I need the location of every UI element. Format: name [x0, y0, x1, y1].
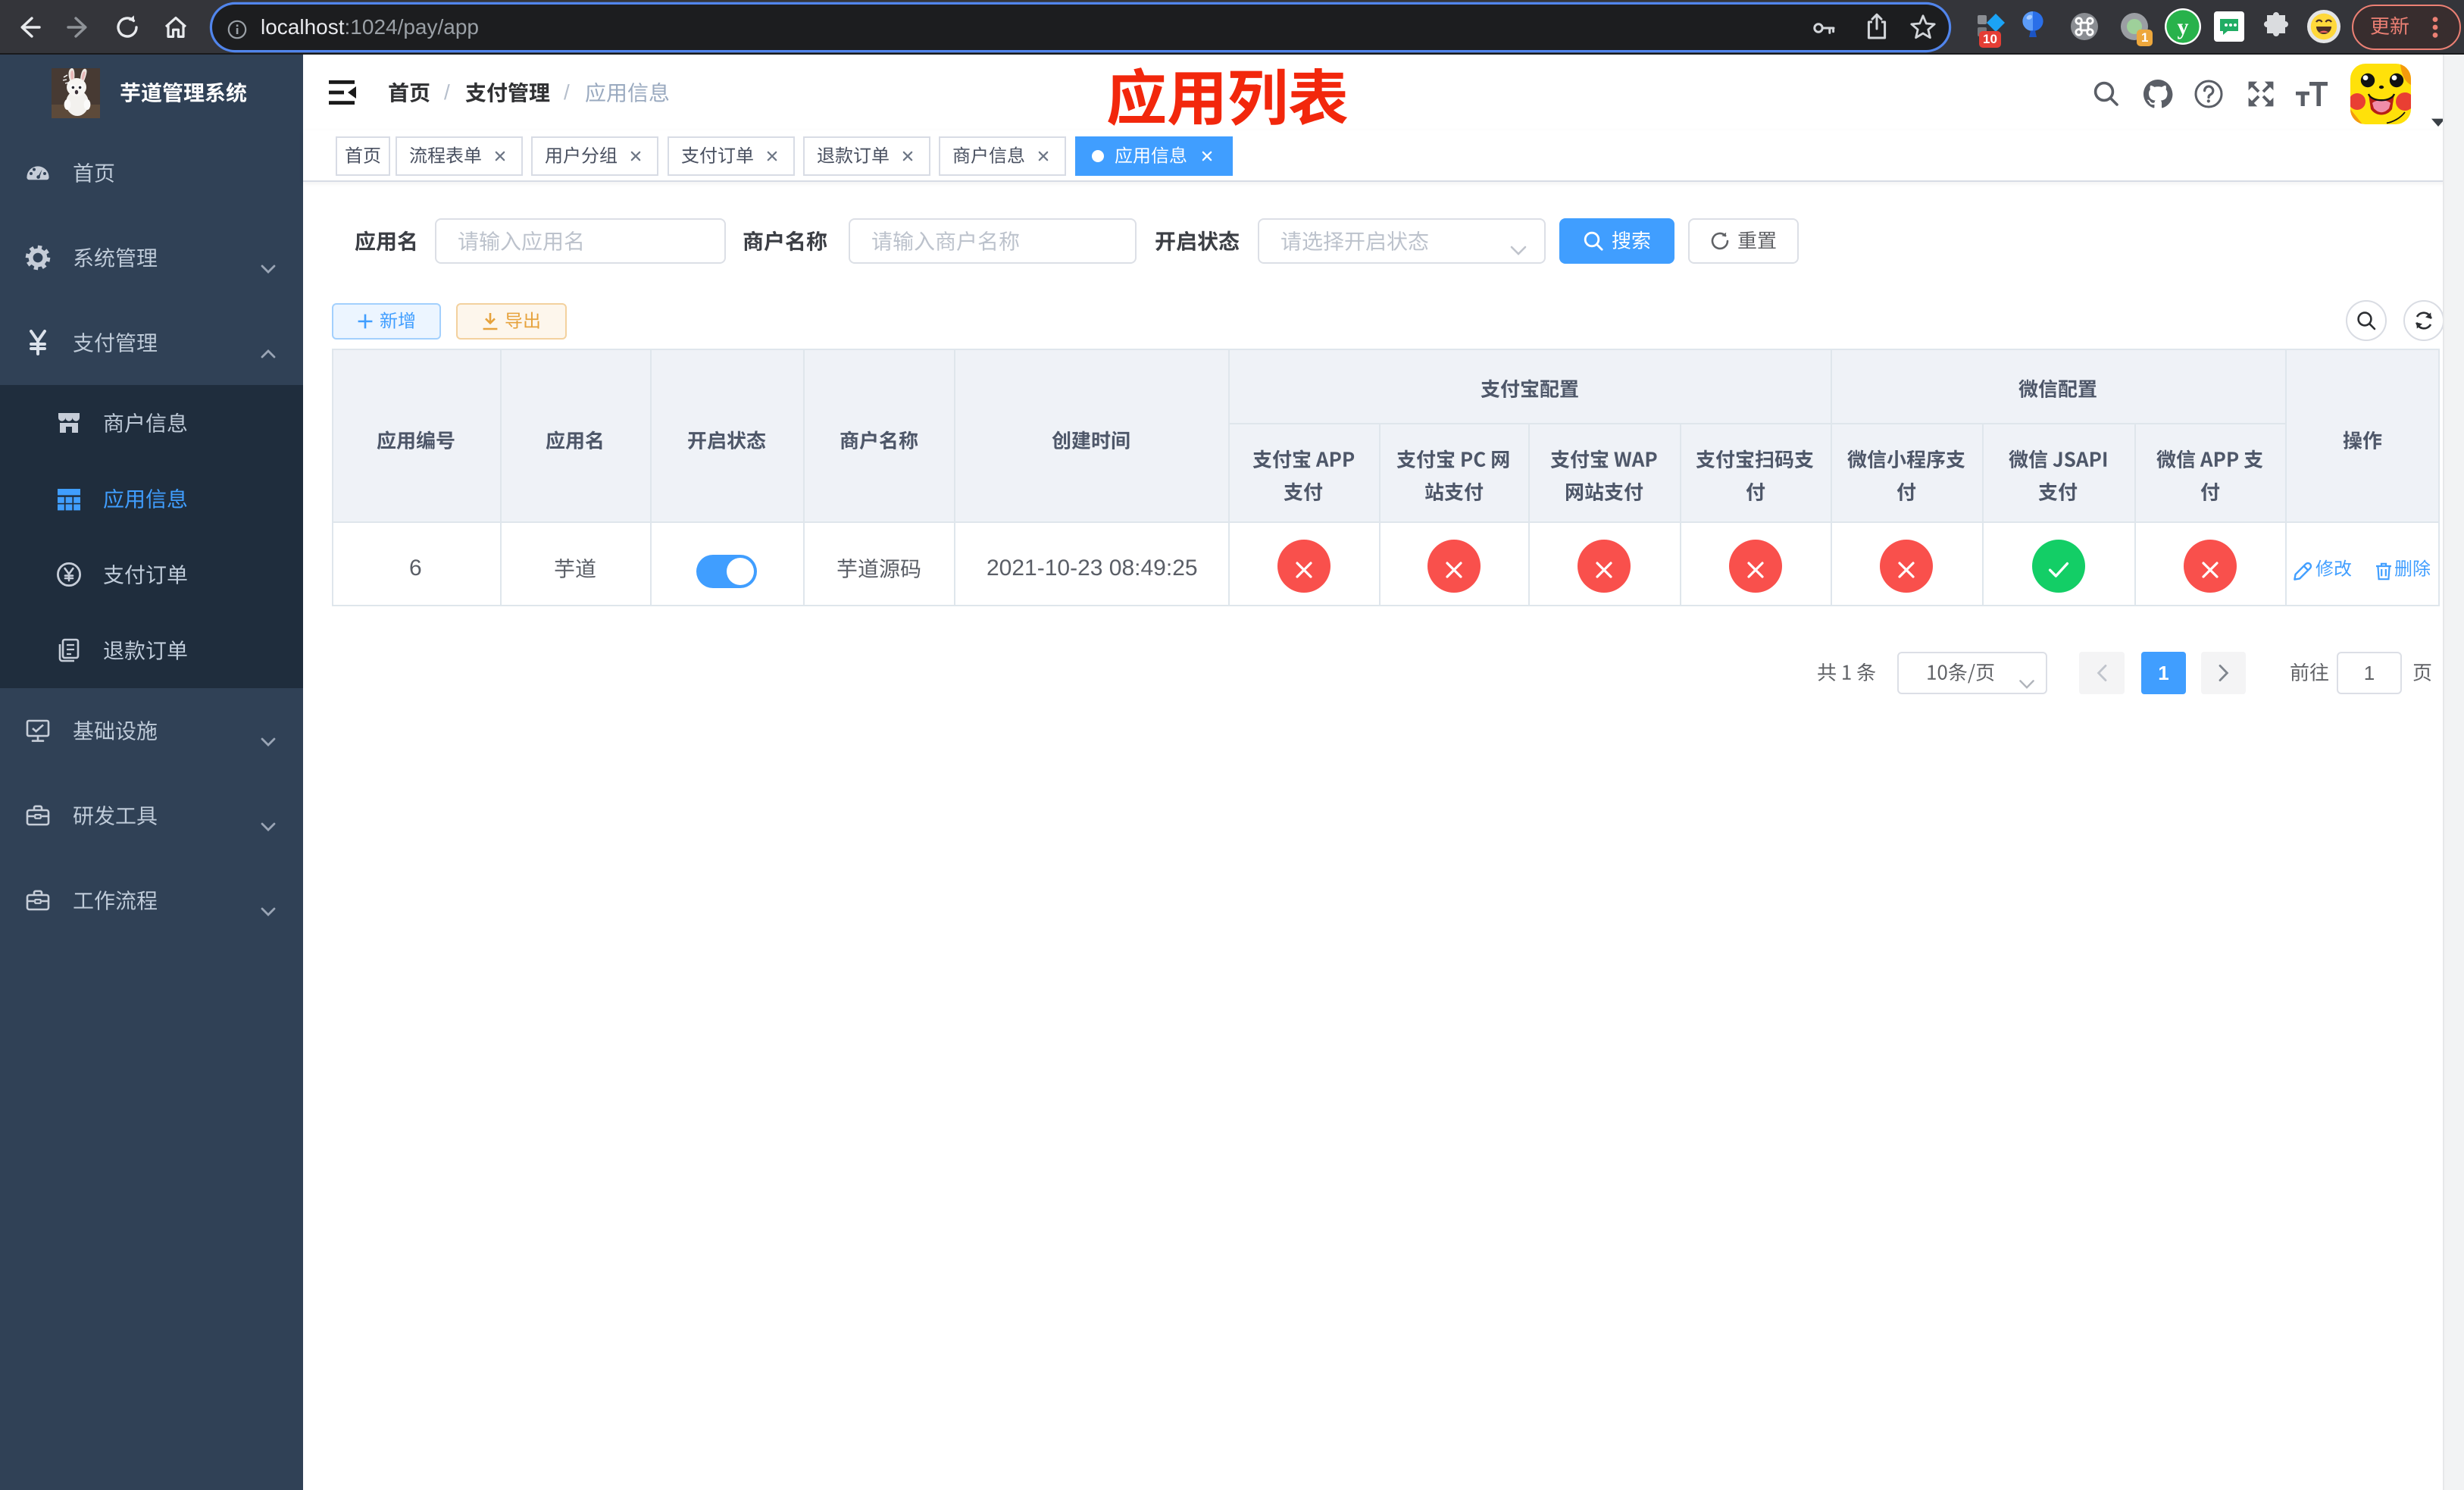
svg-text:y: y [2178, 14, 2189, 39]
